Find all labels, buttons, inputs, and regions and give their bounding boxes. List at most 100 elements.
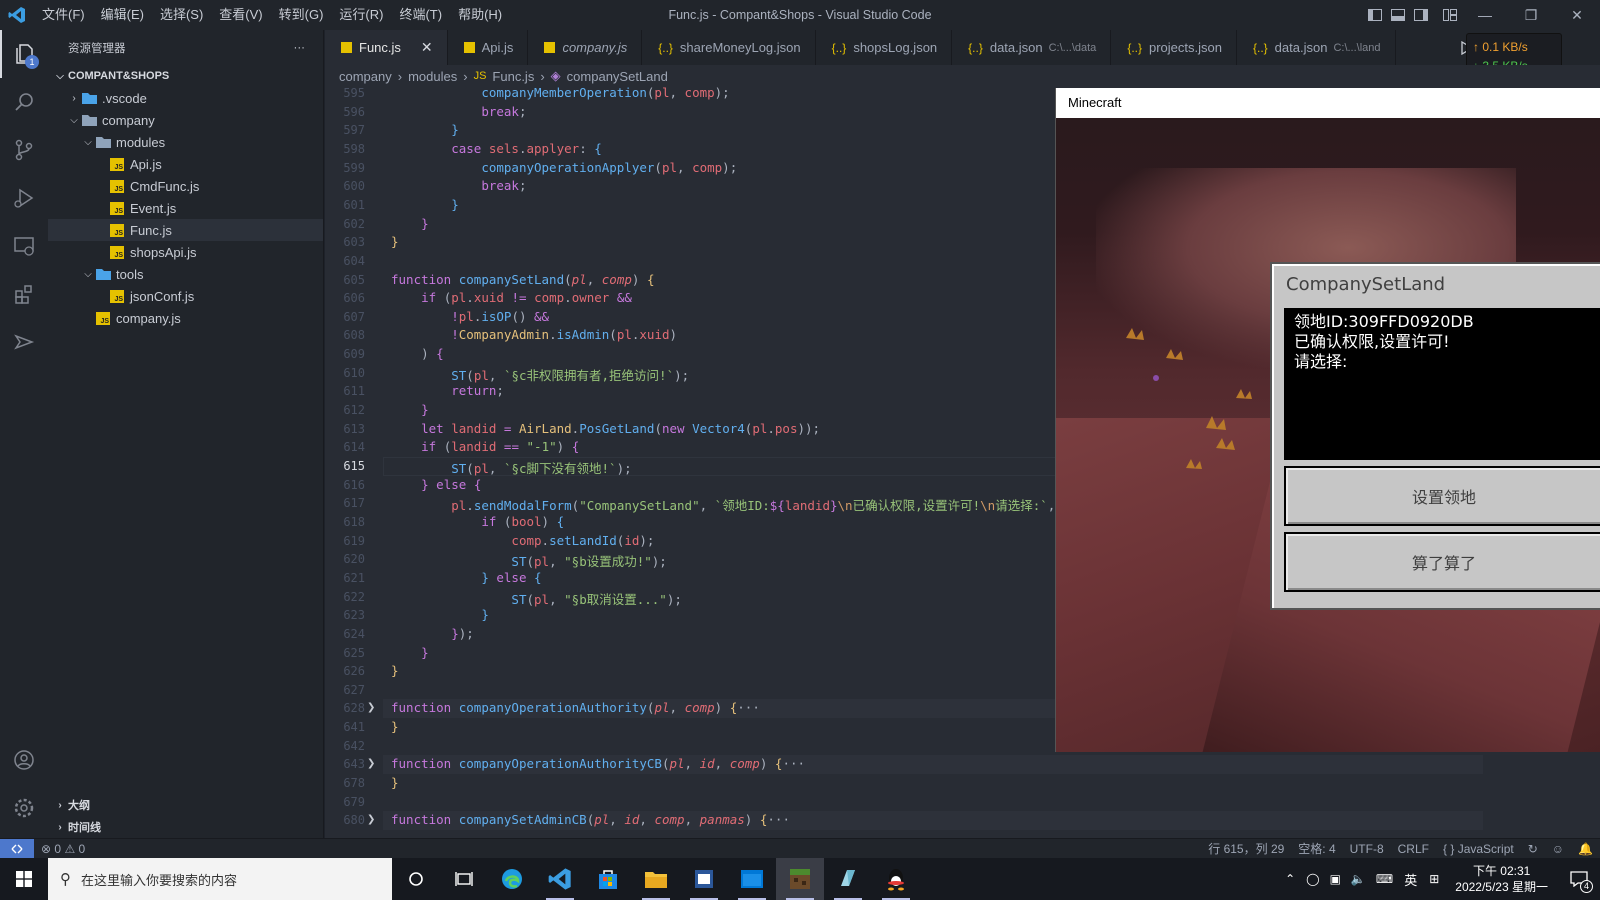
code-line[interactable]: } else { [391,570,541,585]
editor-tab[interactable]: {..} projects.json [1111,30,1237,65]
code-line[interactable]: ST(pl, `§c非权限拥有者,拒绝访问!`); [391,365,689,384]
file-tree-item[interactable]: JS shopsApi.js [48,241,323,263]
editor-tab[interactable]: {..} shareMoneyLog.json [642,30,816,65]
breadcrumb-item[interactable]: company [339,69,392,84]
code-line[interactable]: function companySetAdminCB(pl, id, comp,… [391,812,790,827]
file-tree-item[interactable]: JS CmdFunc.js [48,175,323,197]
menu-item[interactable]: 终端(T) [391,0,450,30]
cancel-button[interactable]: 算了算了 [1284,532,1600,592]
encoding[interactable]: UTF-8 [1343,842,1391,856]
code-line[interactable]: } [391,645,429,660]
code-line[interactable]: break; [391,178,526,193]
code-line[interactable]: ST(pl, `§c脚下没有领地!`); [391,458,631,477]
code-line[interactable]: } [391,197,459,212]
clock[interactable]: 下午 02:31 2022/5/23 星期一 [1445,863,1558,895]
breadcrumb-item[interactable]: Func.js [492,69,534,84]
taskbar-search-box[interactable]: ⚲ 在这里输入你要搜索的内容 [48,858,392,900]
cursor-position[interactable]: 行 615，列 29 [1201,840,1291,857]
file-tree-item[interactable]: JS company.js [48,307,323,329]
code-line[interactable]: case sels.applyer: { [391,141,602,156]
edge-browser-icon[interactable] [488,858,536,900]
settings-gear-icon[interactable] [0,784,48,832]
restore-button[interactable]: ❐ [1508,0,1554,30]
menu-item[interactable]: 转到(G) [271,0,332,30]
feedback-icon[interactable]: ☺ [1545,842,1571,856]
volume-icon[interactable]: 🔈 [1346,872,1371,886]
code-line[interactable]: function companyOperationAuthorityCB(pl,… [391,756,805,771]
file-tree-item[interactable]: JS Api.js [48,153,323,175]
menu-item[interactable]: 查看(V) [211,0,270,30]
set-land-button[interactable]: 设置领地 [1284,466,1600,526]
search-icon[interactable] [0,78,48,126]
file-tree-item[interactable]: JS Func.js [48,219,323,241]
close-window-button[interactable]: ✕ [1554,0,1600,30]
file-tree-item[interactable]: ⌵ modules [48,131,323,153]
sync-icon[interactable]: ↻ [1521,842,1545,856]
store-icon[interactable] [584,858,632,900]
code-line[interactable]: break; [391,104,526,119]
code-line[interactable]: companyOperationApplyer(pl, comp); [391,160,737,175]
menu-item[interactable]: 文件(F) [34,0,93,30]
editor-tab[interactable]: Func.js ✕ [325,30,448,65]
file-tree-item[interactable]: ⌵ company [48,109,323,131]
code-line[interactable]: function companyOperationAuthority(pl, c… [391,700,760,715]
fold-chevron-icon[interactable]: ❯ [367,814,375,825]
cortana-icon[interactable] [392,858,440,900]
code-line[interactable]: let landid = AirLand.PosGetLand(new Vect… [391,421,820,436]
source-control-icon[interactable] [0,126,48,174]
menu-item[interactable]: 运行(R) [331,0,391,30]
code-line[interactable]: } else { [391,477,481,492]
live-share-icon[interactable] [0,318,48,366]
defender-icon[interactable]: ◯ [1301,872,1324,886]
customize-layout-icon[interactable] [1439,0,1461,30]
outline-section[interactable]: › 大纲 [48,794,324,816]
explorer-icon[interactable]: 1 [0,30,48,78]
fold-chevron-icon[interactable]: ❯ [367,758,375,769]
file-tree-item[interactable]: ⌵ tools [48,263,323,285]
problems-indicator[interactable]: ⊗ 0 ⚠ 0 [34,842,92,856]
editor-tab[interactable]: {..} data.json C:\...\data [952,30,1112,65]
timeline-section[interactable]: › 时间线 [48,816,324,838]
code-line[interactable]: }); [391,626,474,641]
line-ending[interactable]: CRLF [1391,842,1436,856]
toggle-panel-icon[interactable] [1387,0,1409,30]
workspace-root[interactable]: ⌵ COMPANT&SHOPS [48,65,323,87]
ime-indicator[interactable]: 英 [1398,870,1423,889]
editor-tab[interactable]: company.js [528,30,643,65]
code-line[interactable]: !pl.isOP() && [391,309,549,324]
menu-item[interactable]: 选择(S) [152,0,211,30]
file-tree-item[interactable]: › .vscode [48,87,323,109]
keyboard-icon[interactable]: ⌨ [1371,872,1398,886]
code-line[interactable]: return; [391,383,504,398]
editor-tab[interactable]: Api.js [448,30,529,65]
notifications-bell-icon[interactable]: 🔔 [1571,842,1600,856]
menu-item[interactable]: 帮助(H) [450,0,510,30]
code-line[interactable]: } [391,402,429,417]
minimize-button[interactable]: — [1462,0,1508,30]
vscode-taskbar-icon[interactable] [536,858,584,900]
code-line[interactable]: ST(pl, "§b设置成功!"); [391,551,666,570]
code-line[interactable]: ST(pl, "§b取消设置..."); [391,589,681,608]
accounts-icon[interactable] [0,736,48,784]
code-line[interactable]: } [391,607,489,622]
code-line[interactable]: } [391,719,399,734]
editor-tab[interactable]: {..} shopsLog.json [816,30,953,65]
code-line[interactable]: } [391,775,399,790]
code-line[interactable]: ) { [391,346,444,361]
editor-tab[interactable]: {..} data.json C:\...\land [1237,30,1396,65]
breadcrumb-item[interactable]: modules [408,69,457,84]
language-mode[interactable]: { } JavaScript [1436,842,1521,856]
code-line[interactable]: companyMemberOperation(pl, comp); [391,87,729,100]
code-line[interactable]: if (landid == "-1") { [391,439,579,454]
app-window-icon[interactable] [728,858,776,900]
fold-chevron-icon[interactable]: ❯ [367,702,375,713]
windows-start-icon[interactable] [0,858,48,900]
indentation[interactable]: 空格: 4 [1291,840,1342,857]
code-line[interactable]: if (pl.xuid != comp.owner && [391,290,632,305]
close-tab-icon[interactable]: ✕ [421,39,433,56]
more-actions-button[interactable]: ··· [294,42,306,54]
file-tree-item[interactable]: JS Event.js [48,197,323,219]
remote-explorer-icon[interactable] [0,222,48,270]
code-line[interactable]: } [391,663,399,678]
menu-item[interactable]: 编辑(E) [93,0,152,30]
